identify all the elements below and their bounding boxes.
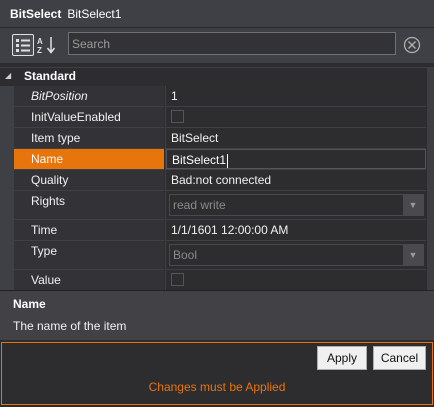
property-row-value[interactable]: Value bbox=[0, 270, 426, 291]
property-name: BitPosition bbox=[14, 86, 164, 107]
property-value: Bad:not connected bbox=[165, 170, 426, 191]
property-row-quality[interactable]: Quality Bad:not connected bbox=[0, 170, 426, 191]
object-name-label: BitSelect1 bbox=[67, 6, 122, 21]
chevron-down-icon[interactable]: ▼ bbox=[403, 245, 423, 265]
property-value: read write ▼ bbox=[165, 191, 426, 220]
property-value bbox=[165, 270, 426, 291]
property-name: Name bbox=[14, 149, 164, 170]
description-title: Name bbox=[13, 297, 46, 311]
property-name: Quality bbox=[14, 170, 164, 191]
vertical-scrollbar[interactable] bbox=[427, 68, 434, 290]
collapse-triangle-icon[interactable]: ◢ bbox=[5, 71, 11, 80]
property-name: Value bbox=[14, 270, 164, 291]
categorized-view-icon[interactable] bbox=[12, 34, 34, 56]
svg-text:Z: Z bbox=[37, 46, 42, 54]
property-value[interactable]: 1 bbox=[165, 86, 426, 107]
property-name: Rights bbox=[14, 191, 164, 220]
description-text: The name of the item bbox=[13, 319, 127, 333]
rights-dropdown[interactable]: read write ▼ bbox=[169, 194, 424, 216]
svg-text:A: A bbox=[37, 37, 43, 46]
property-name: Item type bbox=[14, 128, 164, 149]
toolbar: A Z bbox=[0, 28, 434, 63]
property-name: Type bbox=[14, 241, 164, 270]
property-row-initvalueenabled[interactable]: InitValueEnabled bbox=[0, 107, 426, 128]
text-caret bbox=[227, 153, 229, 168]
chevron-down-icon[interactable]: ▼ bbox=[403, 195, 423, 215]
sort-alphabetical-icon[interactable]: A Z bbox=[36, 34, 58, 56]
init-value-enabled-checkbox[interactable] bbox=[171, 110, 184, 123]
property-value: 1/1/1601 12:00:00 AM bbox=[165, 220, 426, 241]
name-edit-field[interactable]: BitSelect1 bbox=[166, 149, 426, 169]
property-row-item-type[interactable]: Item type BitSelect bbox=[0, 128, 426, 149]
value-checkbox[interactable] bbox=[171, 273, 184, 286]
search-input[interactable] bbox=[68, 32, 396, 55]
object-type-label: BitSelect bbox=[10, 6, 62, 21]
description-panel: Name The name of the item bbox=[0, 290, 434, 340]
apply-panel: Apply Cancel Changes must be Applied bbox=[1, 342, 433, 405]
property-grid: ◢ Standard BitPosition 1 InitValueEnable… bbox=[0, 67, 434, 291]
title-bar: BitSelect BitSelect1 bbox=[0, 0, 434, 28]
property-row-type[interactable]: Type Bool ▼ bbox=[0, 241, 426, 270]
property-row-bitposition[interactable]: BitPosition 1 bbox=[0, 86, 426, 107]
cancel-button[interactable]: Cancel bbox=[373, 346, 426, 370]
pending-changes-message: Changes must be Applied bbox=[148, 380, 286, 394]
property-value bbox=[165, 107, 426, 128]
clear-search-icon[interactable] bbox=[401, 34, 423, 56]
property-value: BitSelect bbox=[165, 128, 426, 149]
apply-button[interactable]: Apply bbox=[317, 346, 367, 370]
category-row-standard[interactable]: ◢ Standard bbox=[0, 68, 434, 86]
property-row-name[interactable]: Name BitSelect1 bbox=[0, 149, 426, 170]
category-label: Standard bbox=[24, 69, 77, 83]
property-value: Bool ▼ bbox=[165, 241, 426, 270]
type-dropdown[interactable]: Bool ▼ bbox=[169, 244, 424, 266]
property-row-rights[interactable]: Rights read write ▼ bbox=[0, 191, 426, 220]
property-row-time[interactable]: Time 1/1/1601 12:00:00 AM bbox=[0, 220, 426, 241]
property-name: InitValueEnabled bbox=[14, 107, 164, 128]
property-name: Time bbox=[14, 220, 164, 241]
property-value: BitSelect1 bbox=[165, 149, 426, 170]
